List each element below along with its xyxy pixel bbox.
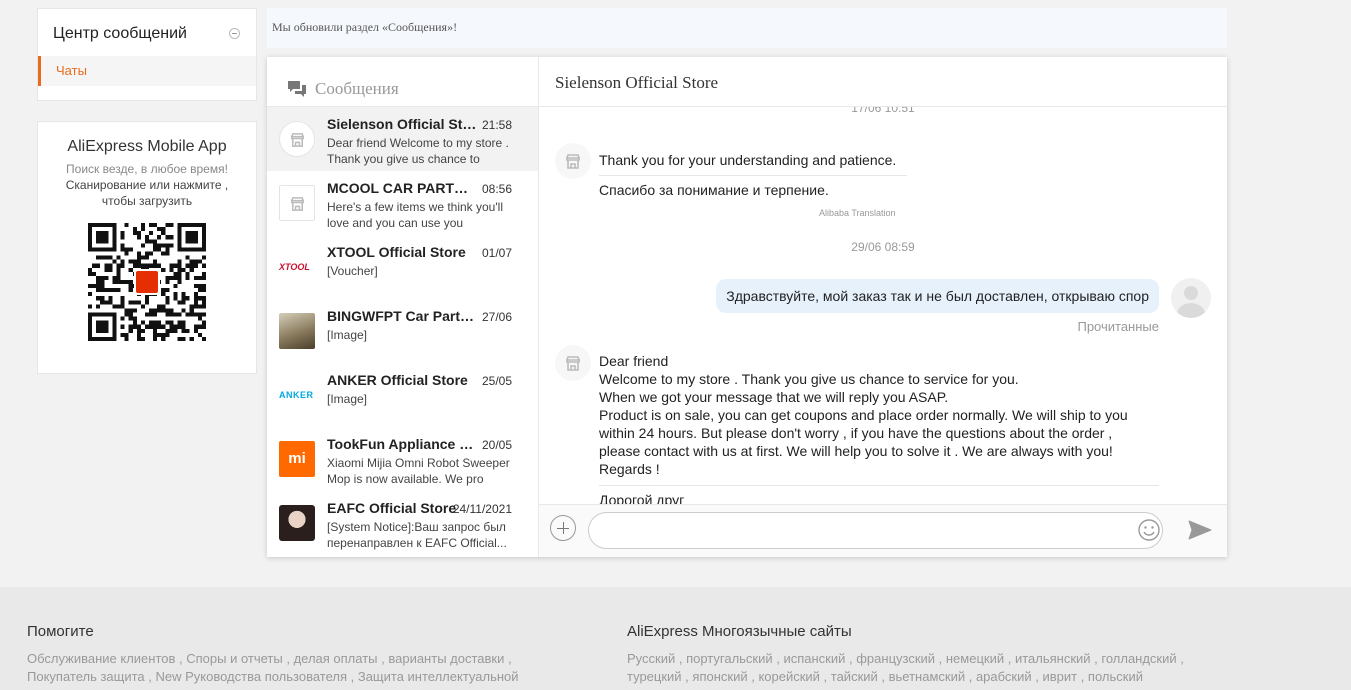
footer-sites-title: AliExpress Многоязычные сайты bbox=[627, 623, 852, 640]
message-center-title-text: Центр сообщений bbox=[53, 25, 187, 42]
store-avatar bbox=[279, 185, 315, 221]
conversation-name: MCOOL CAR PARTS Store bbox=[327, 180, 477, 196]
conversation-item[interactable]: Sielenson Official Store 21:58 Dear frie… bbox=[267, 107, 538, 171]
message-center-menu: Центр сообщений Чаты bbox=[37, 8, 257, 101]
conversation-time: 24/11/2021 bbox=[452, 502, 512, 516]
store-icon bbox=[290, 133, 305, 147]
aliexpress-logo-icon bbox=[134, 269, 160, 295]
message-original-text: Thank you for your understanding and pat… bbox=[599, 152, 897, 168]
conversation-name: XTOOL Official Store bbox=[327, 244, 466, 260]
conversation-item[interactable]: BINGWFPT Car Parts Store 27/06 [Image] bbox=[267, 299, 538, 363]
conversation-item[interactable]: ANKER ANKER Official Store 25/05 [Image] bbox=[267, 363, 538, 427]
add-attachment-button[interactable] bbox=[550, 515, 576, 541]
conversation-name: ANKER Official Store bbox=[327, 372, 468, 388]
store-avatar bbox=[555, 143, 591, 179]
chat-window: Sielenson Official Store 17/06 10:51 Tha… bbox=[539, 57, 1227, 557]
app-promo-instruction: Сканирование или нажмите , чтобы загрузи… bbox=[65, 178, 229, 208]
conversation-time: 01/07 bbox=[481, 246, 512, 260]
message-line: When we got your message that we will re… bbox=[599, 389, 949, 405]
translation-divider bbox=[599, 175, 907, 176]
message-line: Dear friend bbox=[599, 353, 669, 369]
message-translated-text: Дорогой друг bbox=[599, 492, 685, 504]
message-input[interactable] bbox=[588, 512, 1163, 549]
anker-logo: ANKER bbox=[279, 390, 314, 400]
mobile-app-promo: AliExpress Mobile App Поиск везде, в люб… bbox=[37, 121, 257, 374]
collapse-icon[interactable] bbox=[229, 28, 240, 39]
message-line: Regards ! bbox=[599, 461, 660, 477]
conversation-time: 27/06 bbox=[481, 310, 512, 324]
conversation-preview: Here's a few items we think you'll love … bbox=[327, 200, 503, 230]
chat-title: Sielenson Official Store bbox=[539, 57, 1227, 107]
footer-sites-links[interactable]: турецкий , японский , корейский , тайски… bbox=[627, 668, 1184, 686]
conversation-item[interactable]: EAFC Official Store 24/11/2021 [System N… bbox=[267, 491, 538, 555]
user-avatar bbox=[1171, 278, 1211, 318]
conversation-item[interactable]: mi TookFun Appliance Store 20/05 Xiaomi … bbox=[267, 427, 538, 491]
conversation-preview: [Image] bbox=[327, 392, 368, 406]
store-photo-avatar bbox=[279, 313, 315, 349]
message-center-title: Центр сообщений bbox=[38, 9, 256, 56]
sidebar-item-chats[interactable]: Чаты bbox=[38, 56, 256, 86]
message-line: within 24 hours. But please don't worry … bbox=[599, 425, 1113, 441]
conversation-item[interactable]: MCOOL CAR PARTS Store 08:56 Here's a few… bbox=[267, 171, 538, 235]
footer-help-links[interactable]: Обслуживание клиентов , Споры и отчеты ,… bbox=[27, 650, 519, 668]
message-line: Product is on sale, you can get coupons … bbox=[599, 407, 1128, 423]
qr-code[interactable] bbox=[88, 223, 206, 341]
conversation-name: BINGWFPT Car Parts Store bbox=[327, 308, 477, 324]
conversation-time: 08:56 bbox=[481, 182, 512, 196]
conversation-preview: Dear friend Welcome to my store . Thank … bbox=[327, 136, 509, 166]
footer-sites-section: AliExpress Многоязычные сайты Русский , … bbox=[627, 623, 1184, 686]
app-promo-subtitle: Поиск везде, в любое время! bbox=[66, 162, 228, 176]
conversation-list-title: Сообщения bbox=[315, 78, 399, 98]
message-timestamp: 17/06 10:51 bbox=[851, 107, 915, 115]
store-avatar bbox=[555, 345, 591, 381]
user-message-bubble: Здравствуйте, мой заказ так и не был дос… bbox=[716, 279, 1159, 313]
store-message-text: Dear friend Welcome to my store . Thank … bbox=[599, 352, 1128, 478]
message-translated-text: Спасибо за понимание и терпение. bbox=[599, 182, 829, 198]
message-timestamp: 29/06 08:59 bbox=[851, 240, 915, 254]
conversation-time: 25/05 bbox=[481, 374, 512, 388]
conversation-item[interactable]: XTOOL XTOOL Official Store 01/07 [Vouche… bbox=[267, 235, 538, 299]
message-input-bar bbox=[539, 504, 1227, 557]
conversation-time: 21:58 bbox=[481, 118, 512, 132]
conversation-list[interactable]: Сообщения Sielenson Official Store 21:58… bbox=[267, 57, 539, 557]
conversation-name: Sielenson Official Store bbox=[327, 116, 477, 132]
conversation-preview: [Voucher] bbox=[327, 264, 378, 278]
conversation-preview: Xiaomi Mijia Omni Robot Sweeper Mop is n… bbox=[327, 456, 510, 486]
read-status: Прочитанные bbox=[1077, 319, 1159, 334]
store-photo-avatar bbox=[279, 505, 315, 541]
conversation-preview: [System Notice]:Ваш запрос был перенапра… bbox=[327, 520, 507, 550]
footer-help-title: Помогите bbox=[27, 623, 94, 640]
footer-help-section: Помогите Обслуживание клиентов , Споры и… bbox=[27, 623, 519, 686]
store-avatar bbox=[279, 121, 315, 157]
chat-bubbles-icon bbox=[288, 80, 306, 97]
messages-panel: Сообщения Sielenson Official Store 21:58… bbox=[267, 57, 1227, 557]
store-icon bbox=[290, 197, 305, 211]
conversation-list-header: Сообщения bbox=[267, 57, 538, 107]
conversation-name: TookFun Appliance Store bbox=[327, 436, 477, 452]
conversation-time: 20/05 bbox=[481, 438, 512, 452]
translation-credit: Alibaba Translation bbox=[819, 208, 896, 218]
message-line: please contact with us at first. We will… bbox=[599, 443, 1113, 459]
message-line: Welcome to my store . Thank you give us … bbox=[599, 371, 1019, 387]
emoji-icon[interactable] bbox=[1137, 518, 1161, 542]
store-icon bbox=[566, 356, 580, 371]
xiaomi-logo: mi bbox=[279, 441, 315, 477]
message-thread[interactable]: 17/06 10:51 Thank you for your understan… bbox=[539, 107, 1227, 504]
update-notice: Мы обновили раздел «Сообщения»! bbox=[267, 8, 1227, 48]
xtool-logo: XTOOL bbox=[279, 262, 310, 272]
footer-help-links[interactable]: Покупатель защита , New Руководства поль… bbox=[27, 668, 519, 686]
send-icon[interactable] bbox=[1188, 520, 1212, 540]
store-icon bbox=[566, 154, 580, 169]
translation-divider bbox=[599, 485, 1159, 486]
app-promo-title: AliExpress Mobile App bbox=[67, 138, 227, 155]
footer-sites-links[interactable]: Русский , португальский , испанский , фр… bbox=[627, 650, 1184, 668]
site-footer: Помогите Обслуживание клиентов , Споры и… bbox=[0, 587, 1351, 690]
conversation-preview: [Image] bbox=[327, 328, 368, 342]
